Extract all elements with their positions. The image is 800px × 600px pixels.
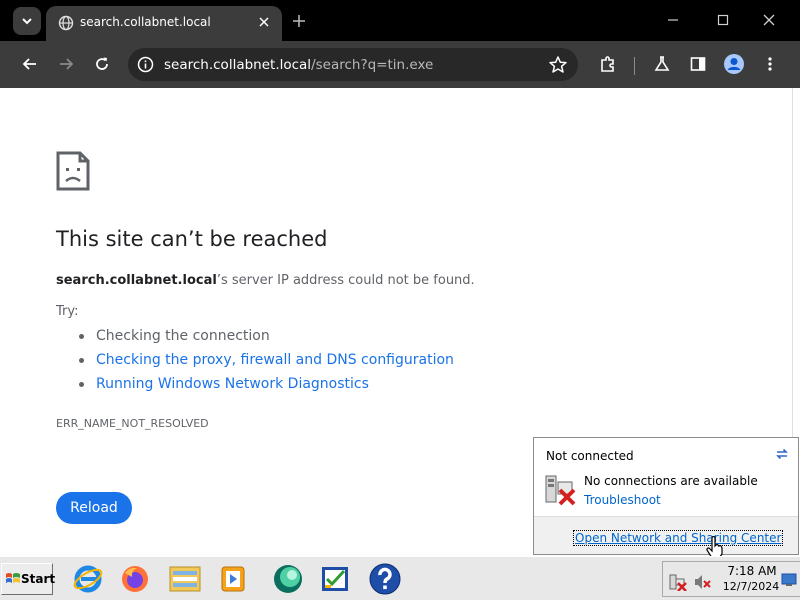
start-button[interactable]: Start — [1, 563, 56, 595]
taskbar: Start 7:18 AM 12/7/2024 — [0, 556, 800, 600]
url-path: /search?q=tin.exe — [311, 57, 434, 73]
globe-icon — [58, 15, 74, 31]
back-button[interactable] — [18, 52, 42, 76]
tab-close-button[interactable] — [254, 12, 274, 32]
plus-icon — [293, 15, 305, 27]
avatar-icon — [724, 54, 744, 74]
tab-search-button[interactable] — [13, 7, 41, 35]
chevron-down-icon — [22, 18, 32, 25]
minimize-icon — [668, 19, 678, 21]
browser-tab[interactable]: search.collabnet.local — [46, 6, 282, 41]
more-vertical-icon — [768, 57, 772, 71]
arrow-right-icon — [60, 58, 74, 70]
clock-date[interactable]: 12/7/2024 — [719, 580, 783, 593]
flask-icon — [654, 56, 670, 71]
taskbar-media-player[interactable] — [213, 561, 253, 597]
window-close-button[interactable] — [759, 10, 779, 30]
forward-button[interactable] — [54, 52, 78, 76]
url-host: search.collabnet.local — [164, 57, 312, 73]
show-desktop-icon[interactable] — [781, 572, 797, 588]
error-code: ERR_NAME_NOT_RESOLVED — [56, 417, 209, 430]
taskbar-network-app[interactable] — [268, 561, 308, 597]
taskbar-checklist-app[interactable] — [315, 561, 355, 597]
suggestion-list: Checking the connection Checking the pro… — [56, 326, 454, 398]
reload-toolbar-button[interactable] — [90, 52, 114, 76]
try-label: Try: — [56, 304, 79, 319]
network-status-popup: Not connected No connections are availab… — [533, 437, 799, 555]
suggestion-check-proxy-link[interactable]: Checking the proxy, firewall and DNS con… — [56, 350, 454, 374]
maximize-icon — [717, 14, 729, 26]
side-panel-button[interactable] — [686, 52, 710, 76]
error-host: search.collabnet.local — [56, 273, 217, 288]
taskbar-help[interactable] — [365, 561, 405, 597]
taskbar-internet-explorer[interactable] — [68, 561, 108, 597]
suggestion-check-connection: Checking the connection — [56, 326, 454, 350]
media-player-icon — [221, 566, 245, 592]
folder-icon — [169, 566, 201, 592]
profile-button[interactable] — [722, 52, 746, 76]
arrow-left-icon — [22, 58, 36, 70]
address-bar[interactable]: search.collabnet.local/search?q=tin.exe — [128, 48, 578, 81]
taskbar-file-explorer[interactable] — [165, 561, 205, 597]
open-network-sharing-center-link[interactable]: Open Network and Sharing Center — [572, 530, 784, 546]
puzzle-icon — [601, 56, 614, 72]
menu-button[interactable] — [758, 52, 782, 76]
internet-explorer-icon — [73, 565, 103, 593]
browser-toolbar: search.collabnet.local/search?q=tin.exe — [0, 41, 800, 88]
side-panel-icon — [690, 57, 706, 71]
page-title: This site can’t be reached — [56, 227, 328, 251]
checklist-icon — [322, 567, 348, 591]
volume-muted-icon[interactable] — [693, 573, 711, 591]
suggestion-network-diagnostics-link[interactable]: Running Windows Network Diagnostics — [56, 374, 454, 398]
sad-document-icon — [56, 151, 90, 191]
troubleshoot-link[interactable]: Troubleshoot — [584, 493, 661, 507]
globe-app-icon — [274, 565, 302, 593]
maximize-button[interactable] — [713, 10, 733, 30]
error-description-text: ’s server IP address could not be found. — [216, 273, 475, 288]
network-status-title: Not connected — [546, 449, 634, 463]
start-label: Start — [21, 572, 56, 586]
close-icon — [763, 14, 775, 26]
tab-title: search.collabnet.local — [80, 15, 211, 29]
refresh-icon — [96, 57, 108, 70]
network-popup-footer: Open Network and Sharing Center — [534, 516, 798, 554]
network-error-tray-icon[interactable] — [669, 573, 687, 591]
url-text[interactable]: search.collabnet.local/search?q=tin.exe — [164, 57, 433, 73]
firefox-icon — [122, 566, 148, 592]
windows-logo-icon — [6, 573, 20, 583]
browser-tab-bar: search.collabnet.local — [0, 0, 800, 41]
info-icon[interactable] — [137, 56, 154, 73]
minimize-button[interactable] — [663, 10, 683, 30]
network-status-message: No connections are available — [584, 474, 758, 488]
clock-time[interactable]: 7:18 AM — [727, 564, 777, 578]
network-disconnected-icon — [545, 475, 576, 506]
reload-button[interactable]: Reload — [56, 492, 132, 524]
help-icon — [369, 563, 401, 595]
star-icon[interactable] — [548, 55, 568, 75]
close-icon — [259, 17, 269, 27]
new-tab-button[interactable] — [288, 10, 310, 32]
system-tray: 7:18 AM 12/7/2024 — [662, 561, 800, 597]
labs-button[interactable] — [650, 52, 674, 76]
refresh-icon[interactable] — [774, 446, 790, 462]
taskbar-firefox[interactable] — [115, 561, 155, 597]
error-description: search.collabnet.local’s server IP addre… — [56, 273, 475, 288]
extensions-button[interactable] — [596, 52, 620, 76]
toolbar-separator — [634, 57, 635, 75]
